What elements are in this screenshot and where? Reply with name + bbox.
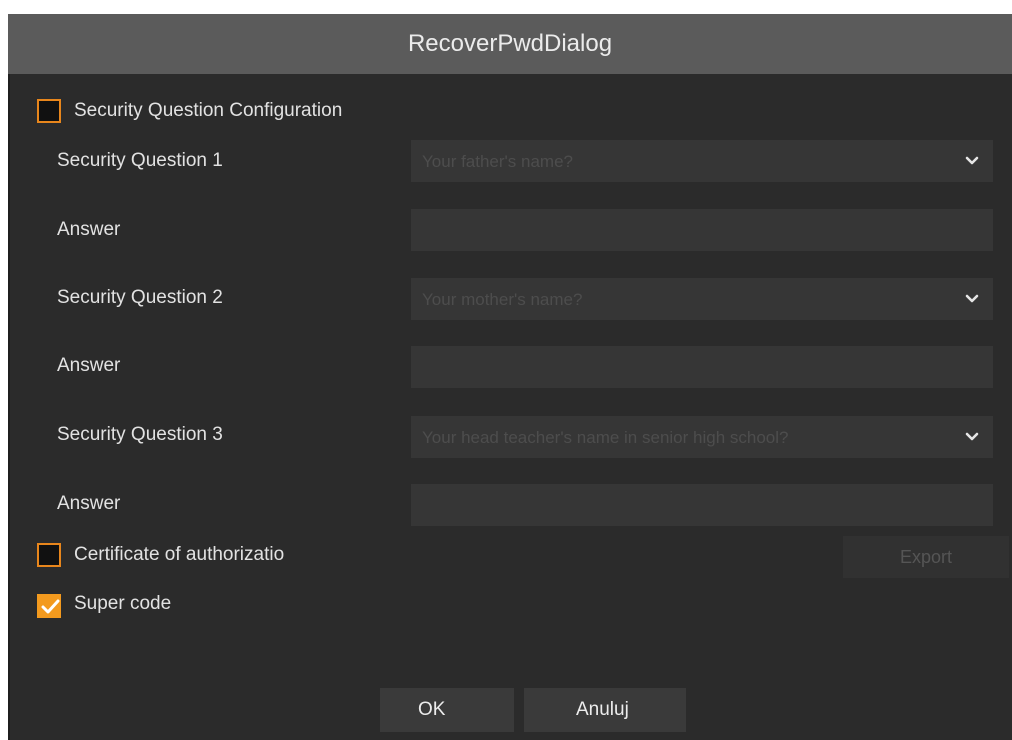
chevron-down-icon	[965, 294, 979, 303]
answer-2-label: Answer	[57, 355, 121, 376]
security-question-3-value: Your head teacher's name in senior high …	[422, 428, 789, 447]
security-question-config-checkbox[interactable]	[37, 99, 61, 123]
answer-3-input[interactable]	[411, 484, 993, 526]
chevron-down-icon	[965, 156, 979, 165]
security-question-2-value: Your mother's name?	[422, 290, 583, 309]
dialog-edge	[8, 74, 10, 740]
certificate-checkbox[interactable]	[37, 543, 61, 567]
answer-2-input[interactable]	[411, 346, 993, 388]
dialog-titlebar: RecoverPwdDialog	[8, 14, 1012, 74]
security-question-config-label: Security Question Configuration	[74, 100, 343, 121]
answer-1-input[interactable]	[411, 209, 993, 251]
export-button[interactable]: Export	[843, 536, 1009, 578]
certificate-label: Certificate of authorizatio	[74, 544, 285, 565]
answer-1-label: Answer	[57, 219, 121, 240]
security-question-1-value: Your father's name?	[422, 152, 573, 171]
security-question-2-label: Security Question 2	[57, 287, 223, 308]
checkmark-icon	[41, 599, 60, 614]
security-question-3-label: Security Question 3	[57, 424, 223, 445]
answer-3-label: Answer	[57, 493, 121, 514]
dialog-title: RecoverPwdDialog	[407, 30, 613, 57]
ok-button[interactable]: OK	[380, 688, 514, 732]
chevron-down-icon	[965, 432, 979, 441]
cancel-button[interactable]: Anuluj	[524, 688, 686, 732]
super-code-label: Super code	[74, 593, 172, 614]
security-question-2-select[interactable]: Your mother's name?	[411, 278, 993, 320]
recover-password-dialog: RecoverPwdDialog Security Question Confi…	[8, 14, 1012, 740]
security-question-1-select[interactable]: Your father's name?	[411, 140, 993, 182]
security-question-3-select[interactable]: Your head teacher's name in senior high …	[411, 416, 993, 458]
security-question-1-label: Security Question 1	[57, 150, 223, 171]
super-code-checkbox[interactable]	[37, 594, 61, 618]
